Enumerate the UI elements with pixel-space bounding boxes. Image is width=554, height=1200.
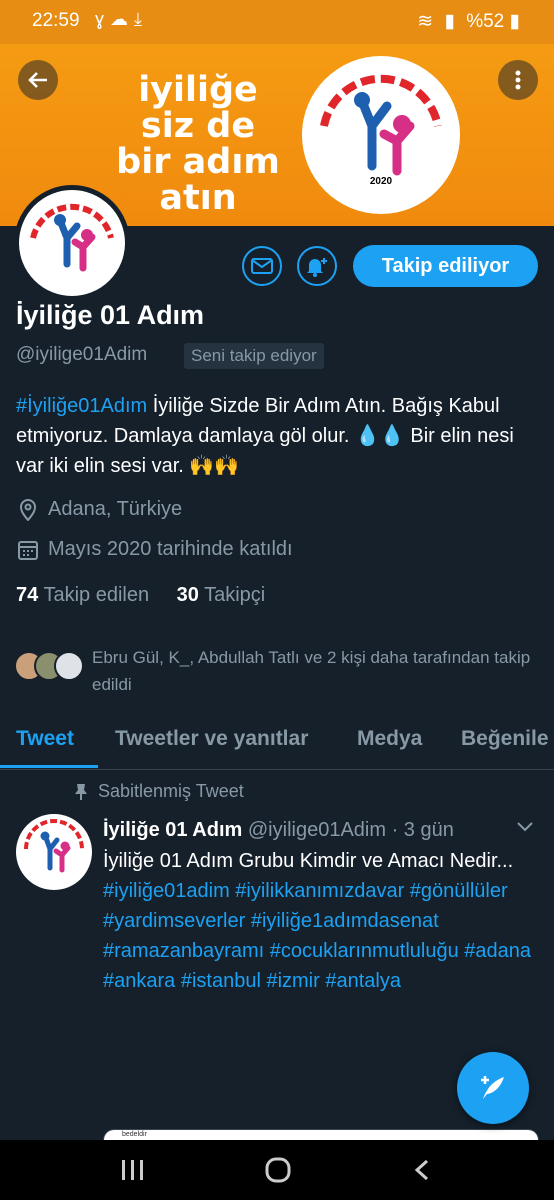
chevron-down-icon (517, 822, 533, 832)
back-arrow-icon (28, 72, 47, 88)
joined-text: Mayıs 2020 tarihinde katıldı (48, 538, 293, 560)
profile-handle: @iyilige01Adim (16, 344, 148, 365)
profile-name: İyiliğe 01 Adım (16, 300, 205, 330)
tweet-handle-time: @iyilige01Adim · 3 gün (247, 819, 454, 841)
calendar-icon (18, 540, 38, 560)
profile-bio: #İyiliğe01Adım İyiliğe Sizde Bir Adım At… (16, 391, 541, 481)
avatar-logo (30, 203, 114, 272)
profile-tabs: Tweet Tweetler ve yanıtlar Medya Beğenil… (0, 717, 554, 770)
recent-apps-icon[interactable] (120, 1158, 146, 1182)
back-button[interactable] (18, 60, 58, 100)
more-options-button[interactable] (498, 60, 538, 100)
tweet-body[interactable]: İyiliğe 01 Adım Grubu Kimdir ve Amacı Ne… (103, 846, 533, 996)
location-pin-icon (19, 498, 37, 521)
bio-hashtag[interactable]: #İyiliğe01Adım (16, 395, 147, 417)
tweet-text: İyiliğe 01 Adım Grubu Kimdir ve Amacı Ne… (103, 850, 514, 872)
tweet-header: İyiliğe 01 Adım @iyilige01Adim · 3 gün (103, 819, 454, 842)
message-button[interactable] (242, 246, 282, 286)
following-label: Takip edilen (43, 584, 150, 606)
pinned-label: Sabitlenmiş Tweet (98, 781, 244, 801)
tweet-avatar-logo (24, 819, 84, 873)
tab-tweets[interactable]: Tweet (16, 727, 74, 751)
following-count-link[interactable]: 74 Takip edilen (16, 584, 149, 606)
logo-graphic: 2020 (320, 74, 442, 187)
followed-by-text[interactable]: Ebru Gül, K_, Abdullah Tatlı ve 2 kişi d… (92, 644, 532, 698)
pin-icon (75, 783, 87, 800)
banner-logo-year: 2020 (370, 176, 393, 187)
follow-counts: 74 Takip edilen 30 Takipçi (16, 584, 265, 607)
home-icon[interactable] (264, 1156, 292, 1184)
tab-likes[interactable]: Beğenile (461, 727, 549, 751)
status-bar: 22:59 ɣ☁⤓ ≋ ▮ %52 ▮ (0, 0, 554, 44)
profile-avatar[interactable] (14, 185, 130, 301)
tweet-menu-button[interactable] (516, 820, 534, 838)
signal-icon: ▮ (444, 11, 455, 32)
followers-count-link[interactable]: 30 Takipçi (177, 584, 266, 606)
tweet-hashtags[interactable]: #iyiliğe01adim #iyilikkanımızdavar #gönü… (103, 876, 533, 996)
banner-logo: 2020 (302, 56, 460, 214)
location-text: Adana, Türkiye (48, 498, 183, 520)
follower-avatar (54, 651, 84, 681)
tweet-author[interactable]: İyiliğe 01 Adım (103, 819, 242, 841)
compose-tweet-button[interactable] (457, 1052, 529, 1124)
status-right: ≋ ▮ %52 ▮ (417, 10, 520, 33)
active-tab-indicator (0, 765, 98, 768)
profile-joined: Mayıs 2020 tarihinde katıldı (18, 538, 293, 561)
battery-icon: ▮ (509, 11, 520, 32)
follows-you-badge: Seni takip ediyor (184, 343, 324, 369)
more-vertical-icon (515, 70, 521, 90)
link-preview-card[interactable]: bedeldir (103, 1129, 539, 1140)
compose-feather-icon (481, 1076, 504, 1099)
system-nav-bar (0, 1140, 554, 1200)
pinned-indicator: Sabitlenmiş Tweet (74, 781, 244, 802)
mail-icon (251, 258, 273, 274)
status-time: 22:59 (32, 10, 80, 31)
tab-tweets-replies[interactable]: Tweetler ve yanıtlar (115, 727, 308, 751)
banner-slogan: iyiliğe siz de bir adım atın (116, 70, 280, 218)
notifications-button[interactable] (297, 246, 337, 286)
battery-level: %52 (466, 11, 505, 32)
followers-count: 30 (176, 584, 199, 606)
bell-plus-icon (307, 258, 327, 277)
notification-icons: ɣ☁⤓ (95, 9, 148, 29)
tab-media[interactable]: Medya (357, 727, 422, 751)
link-preview-text: bedeldir (122, 1131, 147, 1138)
followers-label: Takipçi (204, 584, 266, 606)
following-button[interactable]: Takip ediliyor (353, 245, 538, 287)
profile-location: Adana, Türkiye (18, 498, 182, 521)
back-nav-icon[interactable] (412, 1158, 432, 1182)
wifi-icon: ≋ (417, 11, 434, 32)
following-count: 74 (16, 584, 39, 606)
tweet-avatar[interactable] (16, 814, 92, 890)
